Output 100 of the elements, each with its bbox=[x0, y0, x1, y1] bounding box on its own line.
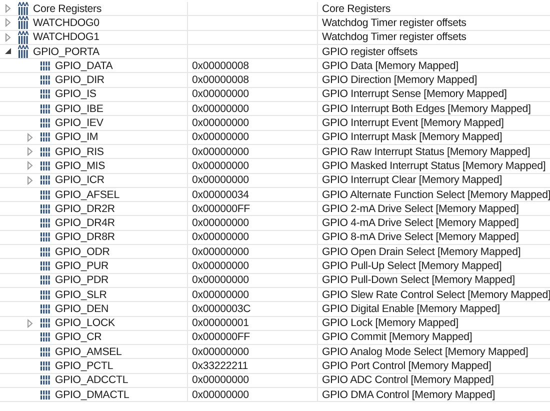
register-value: 0x00000000 bbox=[192, 231, 249, 244]
register-name: GPIO_PCTL bbox=[55, 360, 114, 372]
register-name: GPIO_CR bbox=[55, 331, 102, 344]
register-icon bbox=[40, 118, 51, 128]
register-value: 0x00000008 bbox=[192, 74, 249, 86]
register-description: Watchdog Timer register offsets bbox=[322, 31, 466, 44]
register-name: WATCHDOG1 bbox=[33, 31, 100, 44]
expand-arrow-icon[interactable] bbox=[26, 147, 35, 156]
register-description: GPIO Alternate Function Select [Memory Mapped] bbox=[322, 188, 550, 200]
register-description: GPIO Masked Interrupt Status [Memory Mapped] bbox=[322, 160, 546, 172]
register-description: GPIO Data [Memory Mapped] bbox=[322, 60, 458, 72]
register-value: 0x33222211 bbox=[192, 360, 248, 372]
register-description: GPIO Interrupt Event [Memory Mapped] bbox=[322, 117, 504, 130]
expand-arrow-icon[interactable] bbox=[26, 161, 35, 170]
register-icon bbox=[40, 232, 51, 242]
register-name: GPIO_DR8R bbox=[55, 231, 115, 244]
register-value: 0x00000000 bbox=[192, 146, 249, 158]
register-icon bbox=[40, 132, 51, 142]
register-name: Core Registers bbox=[33, 2, 102, 15]
register-icon bbox=[40, 75, 51, 86]
register-name: GPIO_SLR bbox=[55, 288, 107, 301]
register-description: GPIO Interrupt Mask [Memory Mapped] bbox=[322, 131, 502, 144]
register-icon bbox=[40, 104, 51, 114]
register-name: GPIO_DIR bbox=[55, 74, 104, 86]
register-value: 0x000000FF bbox=[192, 331, 250, 344]
register-icon bbox=[40, 60, 51, 71]
register-description: GPIO Direction [Memory Mapped] bbox=[322, 74, 478, 86]
register-name: WATCHDOG0 bbox=[33, 16, 100, 29]
register-description: GPIO 4-mA Drive Select [Memory Mapped] bbox=[322, 217, 519, 230]
register-description: GPIO Interrupt Sense [Memory Mapped] bbox=[322, 88, 507, 100]
expand-arrow-icon[interactable] bbox=[4, 32, 13, 42]
register-icon bbox=[40, 218, 51, 228]
register-value: 0x00000000 bbox=[192, 131, 249, 144]
register-value: 0x00000000 bbox=[192, 174, 249, 186]
expand-arrow-icon[interactable] bbox=[4, 18, 13, 28]
register-name: GPIO_IM bbox=[55, 131, 98, 144]
register-icon bbox=[40, 290, 51, 300]
register-name: GPIO_IBE bbox=[55, 102, 104, 115]
register-value: 0x00000000 bbox=[192, 260, 249, 272]
register-description: GPIO Digital Enable [Memory Mapped] bbox=[322, 302, 500, 315]
register-icon bbox=[40, 361, 51, 372]
register-name: GPIO_DR2R bbox=[55, 202, 115, 215]
register-description: GPIO Analog Mode Select [Memory Mapped] bbox=[322, 346, 528, 358]
register-description: GPIO Interrupt Both Edges [Memory Mapped] bbox=[322, 102, 531, 115]
register-value: 0x000000FF bbox=[192, 202, 250, 215]
register-name: GPIO_DEN bbox=[55, 302, 109, 315]
register-icon bbox=[40, 375, 51, 386]
register-value: 0x00000000 bbox=[192, 246, 249, 258]
register-value: 0x00000000 bbox=[192, 374, 249, 386]
register-name: GPIO_PDR bbox=[55, 274, 109, 286]
register-value: 0x00000000 bbox=[192, 160, 249, 172]
register-description: GPIO Open Drain Select [Memory Mapped] bbox=[322, 246, 521, 258]
register-name: GPIO_LOCK bbox=[55, 317, 115, 330]
register-description: GPIO Pull-Up Select [Memory Mapped] bbox=[322, 260, 502, 272]
register-icon bbox=[40, 160, 51, 171]
register-icon bbox=[40, 175, 51, 186]
register-name: GPIO_ODR bbox=[55, 246, 110, 258]
register-value: 0x00000000 bbox=[192, 217, 249, 230]
register-icon bbox=[40, 204, 51, 214]
register-group-icon bbox=[18, 45, 29, 58]
register-description: GPIO Raw Interrupt Status [Memory Mapped] bbox=[322, 146, 530, 158]
register-group-icon bbox=[18, 2, 29, 16]
register-value: 0x00000034 bbox=[192, 188, 249, 200]
register-description: GPIO 8-mA Drive Select [Memory Mapped] bbox=[322, 231, 519, 244]
register-value: 0x00000000 bbox=[192, 274, 249, 286]
register-value: 0x00000000 bbox=[192, 288, 249, 301]
register-description: GPIO Interrupt Clear [Memory Mapped] bbox=[322, 174, 502, 186]
register-icon bbox=[40, 146, 51, 157]
register-description: Watchdog Timer register offsets bbox=[322, 16, 466, 29]
register-description: GPIO Pull-Down Select [Memory Mapped] bbox=[322, 274, 515, 286]
register-icon bbox=[40, 346, 51, 357]
register-value: 0x00000000 bbox=[192, 88, 249, 100]
register-description: GPIO register offsets bbox=[322, 46, 418, 58]
register-name: GPIO_PORTA bbox=[33, 46, 100, 58]
register-icon bbox=[40, 318, 51, 328]
register-name: GPIO_IS bbox=[55, 88, 96, 100]
expand-arrow-icon[interactable] bbox=[26, 176, 35, 185]
collapse-arrow-icon[interactable] bbox=[4, 47, 13, 56]
register-icon bbox=[40, 246, 51, 257]
register-description: GPIO 2-mA Drive Select [Memory Mapped] bbox=[322, 202, 519, 215]
register-name: GPIO_IEV bbox=[55, 117, 104, 130]
register-description: GPIO Lock [Memory Mapped] bbox=[322, 317, 458, 330]
register-value: 0x00000008 bbox=[192, 60, 249, 72]
register-name: GPIO_ADCCTL bbox=[55, 374, 128, 386]
register-group-icon bbox=[18, 30, 29, 44]
register-name: GPIO_DR4R bbox=[55, 217, 115, 230]
register-icon bbox=[40, 190, 51, 200]
register-value: 0x0000003C bbox=[192, 302, 251, 315]
register-description: GPIO ADC Control [Memory Mapped] bbox=[322, 374, 494, 386]
register-value: 0x00000000 bbox=[192, 102, 249, 115]
register-description: Core Registers bbox=[322, 2, 391, 15]
register-value: 0x00000000 bbox=[192, 117, 249, 130]
expand-arrow-icon[interactable] bbox=[4, 4, 13, 14]
register-name: GPIO_ICR bbox=[55, 174, 104, 186]
expand-arrow-icon[interactable] bbox=[26, 318, 35, 328]
register-description: GPIO Slew Rate Control Select [Memory Mapped] bbox=[322, 288, 550, 301]
expand-arrow-icon[interactable] bbox=[26, 132, 35, 142]
register-icon bbox=[40, 390, 51, 400]
register-name: GPIO_DATA bbox=[55, 60, 113, 72]
register-value: 0x00000001 bbox=[192, 317, 249, 330]
